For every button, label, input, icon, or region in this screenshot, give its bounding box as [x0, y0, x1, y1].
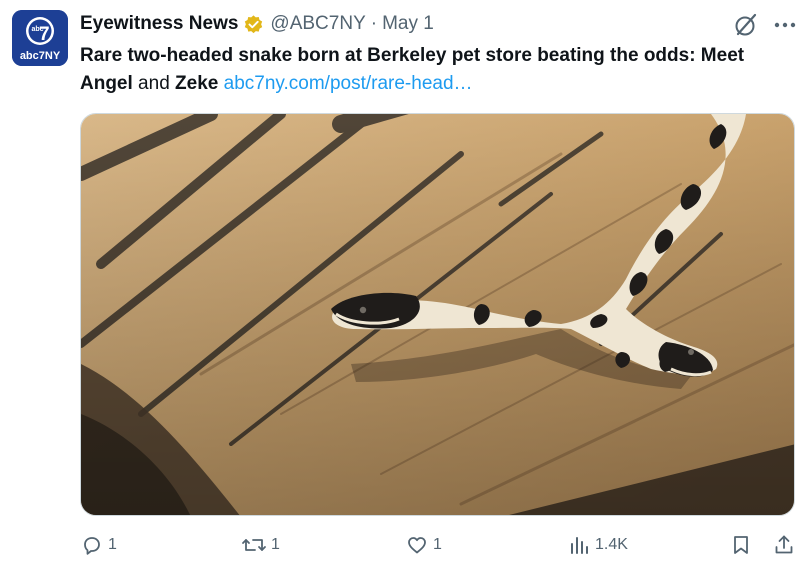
share-icon [775, 535, 793, 554]
tweet-text-bold-2: Zeke [175, 73, 219, 94]
tweet-header: Eyewitness News @ABC7NY · May 1 [80, 12, 434, 36]
repost-button[interactable]: 1 [241, 528, 280, 562]
post-date[interactable]: May 1 [382, 13, 434, 35]
avatar-seven-text: 7 [39, 24, 50, 45]
reply-count: 1 [108, 536, 117, 553]
action-bar: 1 1 1 1.4K [0, 528, 810, 564]
share-button[interactable] [772, 528, 796, 562]
reply-icon [84, 537, 100, 555]
account-handle[interactable]: @ABC7NY [270, 13, 365, 35]
views-icon [571, 537, 588, 554]
avatar-brand-text: abc7NY [20, 50, 61, 62]
article-link[interactable]: abc7ny.com/post/rare-head… [224, 73, 473, 94]
bookmark-icon [734, 536, 748, 554]
abc7ny-logo: abc 7 abc7NY [12, 10, 68, 66]
views-count: 1.4K [595, 536, 628, 553]
account-name[interactable]: Eyewitness News [80, 13, 238, 35]
media-image[interactable] [80, 113, 795, 516]
verified-badge-icon[interactable] [243, 14, 264, 35]
meta-separator: · [370, 13, 378, 34]
avatar[interactable]: abc 7 abc7NY [12, 10, 68, 66]
repost-icon [242, 539, 266, 551]
snake-photo [81, 114, 794, 515]
tweet-text: Rare two-headed snake born at Berkeley p… [80, 42, 795, 98]
grok-icon[interactable] [733, 12, 759, 38]
bookmark-button[interactable] [729, 528, 753, 562]
more-icon[interactable] [770, 12, 800, 38]
repost-count: 1 [271, 536, 280, 553]
views-button[interactable]: 1.4K [567, 528, 628, 562]
like-count: 1 [433, 536, 442, 553]
reply-button[interactable]: 1 [80, 528, 117, 562]
heart-icon [408, 537, 426, 554]
like-button[interactable]: 1 [405, 528, 442, 562]
tweet-text-plain: and [132, 73, 176, 94]
